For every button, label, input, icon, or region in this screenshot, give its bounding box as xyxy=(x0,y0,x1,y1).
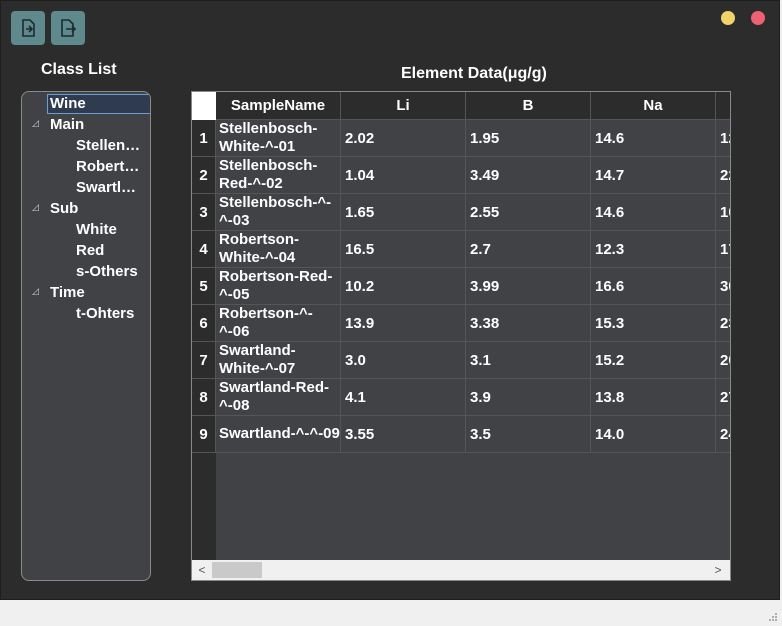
tree-item-time[interactable]: Time xyxy=(50,283,145,303)
export-button[interactable] xyxy=(51,11,85,45)
app-window: Class List Element Data(μg/g) Wine ◿ Mai… xyxy=(0,0,780,600)
col-header-na[interactable]: Na xyxy=(591,92,716,120)
tree-item-main[interactable]: Main xyxy=(50,115,145,135)
cell-li[interactable]: 16.5 xyxy=(341,231,466,268)
cell-na[interactable]: 14.6 xyxy=(591,120,716,157)
row-number[interactable]: 8 xyxy=(192,379,216,416)
element-data-table[interactable]: SampleName Li B Na 1 Stellenbosch-White-^… xyxy=(191,91,731,581)
tree-item-red[interactable]: Red xyxy=(76,241,146,261)
cell-samplename[interactable]: Stellenbosch-Red-^-02 xyxy=(216,157,341,194)
element-data-title: Element Data(μg/g) xyxy=(401,65,547,82)
tree-item-stellenbosch[interactable]: Stellen… xyxy=(76,136,146,156)
tree-item-robertson[interactable]: Robert… xyxy=(76,157,146,177)
row-number[interactable]: 5 xyxy=(192,268,216,305)
tree-item-t-others[interactable]: t-Ohters xyxy=(76,304,150,324)
close-button[interactable] xyxy=(751,11,765,25)
cell-samplename[interactable]: Swartland-Red-^-08 xyxy=(216,379,341,416)
cell-na[interactable]: 12.3 xyxy=(591,231,716,268)
row-number[interactable]: 3 xyxy=(192,194,216,231)
cell-na[interactable]: 13.8 xyxy=(591,379,716,416)
cell-li[interactable]: 1.04 xyxy=(341,157,466,194)
cell-samplename[interactable]: Swartland-^-^-09 xyxy=(216,416,341,453)
cell-samplename[interactable]: Stellenbosch-White-^-01 xyxy=(216,120,341,157)
cell-b[interactable]: 3.1 xyxy=(466,342,591,379)
cell-li[interactable]: 4.1 xyxy=(341,379,466,416)
expand-arrow-icon[interactable]: ◿ xyxy=(32,118,39,129)
row-number[interactable]: 7 xyxy=(192,342,216,379)
cell-b[interactable]: 3.38 xyxy=(466,305,591,342)
col-header-next[interactable] xyxy=(716,92,730,120)
cell-samplename[interactable]: Robertson-White-^-04 xyxy=(216,231,341,268)
cell-b[interactable]: 3.9 xyxy=(466,379,591,416)
scrollbar-thumb[interactable] xyxy=(212,562,262,578)
cell-na[interactable]: 14.0 xyxy=(591,416,716,453)
cell-next[interactable]: 22 xyxy=(716,157,730,194)
expand-arrow-icon[interactable]: ◿ xyxy=(32,286,39,297)
cell-next[interactable]: 30 xyxy=(716,268,730,305)
cell-li[interactable]: 2.02 xyxy=(341,120,466,157)
tree-item-wine[interactable]: Wine xyxy=(47,94,150,114)
cell-next[interactable]: 27 xyxy=(716,379,730,416)
import-button[interactable] xyxy=(11,11,45,45)
cell-li[interactable]: 3.0 xyxy=(341,342,466,379)
cell-na[interactable]: 15.3 xyxy=(591,305,716,342)
tree-item-white[interactable]: White xyxy=(76,220,146,240)
cell-samplename[interactable]: Stellenbosch-^-^-03 xyxy=(216,194,341,231)
cell-na[interactable]: 14.7 xyxy=(591,157,716,194)
table-corner[interactable] xyxy=(192,92,216,120)
expand-arrow-icon[interactable]: ◿ xyxy=(32,202,39,213)
row-number[interactable]: 6 xyxy=(192,305,216,342)
tree-item-s-others[interactable]: s-Others xyxy=(76,262,150,282)
file-import-icon xyxy=(22,19,35,37)
cell-na[interactable]: 15.2 xyxy=(591,342,716,379)
class-tree[interactable]: Wine ◿ Main Stellen… Robert… Swartl… ◿ S… xyxy=(21,91,151,581)
cell-b[interactable]: 3.99 xyxy=(466,268,591,305)
scroll-left-icon[interactable]: < xyxy=(194,561,210,579)
cell-b[interactable]: 2.55 xyxy=(466,194,591,231)
cell-samplename[interactable]: Swartland-White-^-07 xyxy=(216,342,341,379)
col-header-b[interactable]: B xyxy=(466,92,591,120)
cell-next[interactable]: 12 xyxy=(716,120,730,157)
row-number[interactable]: 1 xyxy=(192,120,216,157)
tree-item-sub[interactable]: Sub xyxy=(50,199,145,219)
cell-next[interactable]: 24 xyxy=(716,416,730,453)
cell-b[interactable]: 3.49 xyxy=(466,157,591,194)
cell-b[interactable]: 1.95 xyxy=(466,120,591,157)
cell-li[interactable]: 3.55 xyxy=(341,416,466,453)
row-number[interactable]: 4 xyxy=(192,231,216,268)
col-header-li[interactable]: Li xyxy=(341,92,466,120)
resize-grip-icon[interactable] xyxy=(768,612,778,622)
row-number[interactable]: 9 xyxy=(192,416,216,453)
cell-samplename[interactable]: Robertson-Red-^-05 xyxy=(216,268,341,305)
cell-na[interactable]: 16.6 xyxy=(591,268,716,305)
cell-b[interactable]: 2.7 xyxy=(466,231,591,268)
cell-next[interactable]: 17 xyxy=(716,231,730,268)
col-header-samplename[interactable]: SampleName xyxy=(216,92,341,120)
cell-b[interactable]: 3.5 xyxy=(466,416,591,453)
file-export-icon xyxy=(61,19,77,37)
cell-next[interactable]: 23 xyxy=(716,305,730,342)
cell-next[interactable]: 20 xyxy=(716,342,730,379)
tree-item-swartland[interactable]: Swartl… xyxy=(76,178,146,198)
cell-li[interactable]: 10.2 xyxy=(341,268,466,305)
minimize-button[interactable] xyxy=(721,11,735,25)
cell-li[interactable]: 13.9 xyxy=(341,305,466,342)
cell-samplename[interactable]: Robertson-^-^-06 xyxy=(216,305,341,342)
cell-li[interactable]: 1.65 xyxy=(341,194,466,231)
horizontal-scrollbar[interactable]: < > xyxy=(192,560,730,580)
cell-na[interactable]: 14.6 xyxy=(591,194,716,231)
scroll-right-icon[interactable]: > xyxy=(710,561,726,579)
row-number[interactable]: 2 xyxy=(192,157,216,194)
cell-next[interactable]: 10 xyxy=(716,194,730,231)
class-list-title: Class List xyxy=(41,61,117,78)
